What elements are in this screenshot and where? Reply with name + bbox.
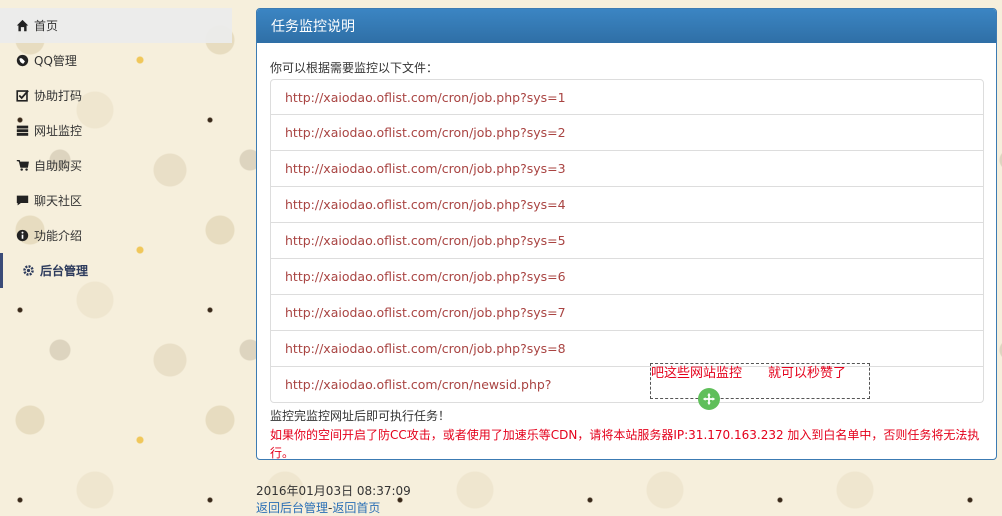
globe-icon bbox=[14, 53, 30, 69]
sidebar-item-features[interactable]: 功能介绍 bbox=[0, 218, 232, 253]
server-icon bbox=[14, 123, 30, 139]
task-monitor-panel: 任务监控说明 你可以根据需要监控以下文件： http://xaiodao.ofl… bbox=[256, 8, 997, 460]
sidebar-item-label: 网址监控 bbox=[34, 124, 83, 138]
list-item: http://xaiodao.oflist.com/cron/job.php?s… bbox=[270, 151, 984, 187]
cdn-warning: 如果你的空间开启了防CC攻击，或者使用了加速乐等CDN，请将本站服务器IP:31… bbox=[270, 428, 980, 460]
sidebar-item-admin[interactable]: 后台管理 bbox=[0, 253, 232, 288]
sidebar-item-chat[interactable]: 聊天社区 bbox=[0, 183, 232, 218]
move-icon[interactable] bbox=[698, 388, 720, 410]
info-circle-icon bbox=[14, 228, 30, 244]
sidebar-nav: 首页 QQ管理 协助打码 网址监控 自助购买 聊天社区 功能介绍 后台管理 bbox=[0, 8, 232, 288]
footer-datetime: 2016年01月03日 08:37:09 bbox=[256, 484, 411, 498]
url-list: http://xaiodao.oflist.com/cron/job.php?s… bbox=[270, 79, 984, 403]
monitor-url-link[interactable]: http://xaiodao.oflist.com/cron/newsid.ph… bbox=[285, 377, 551, 392]
check-square-icon bbox=[14, 88, 30, 104]
list-item: http://xaiodao.oflist.com/cron/job.php?s… bbox=[270, 295, 984, 331]
sidebar-item-label: 后台管理 bbox=[40, 264, 89, 278]
list-item: http://xaiodao.oflist.com/cron/job.php?s… bbox=[270, 187, 984, 223]
monitor-url-link[interactable]: http://xaiodao.oflist.com/cron/job.php?s… bbox=[285, 341, 566, 356]
monitor-url-link[interactable]: http://xaiodao.oflist.com/cron/job.php?s… bbox=[285, 305, 566, 320]
footer: 2016年01月03日 08:37:09 返回后台管理-返回首页 bbox=[256, 482, 411, 516]
home-icon bbox=[14, 18, 30, 34]
sidebar-item-label: QQ管理 bbox=[34, 54, 77, 68]
panel-note: 监控完监控网址后即可执行任务！ bbox=[270, 409, 451, 423]
back-to-home-link[interactable]: 返回首页 bbox=[332, 501, 380, 515]
sidebar-item-label: 聊天社区 bbox=[34, 194, 83, 208]
panel-intro: 你可以根据需要监控以下文件： bbox=[270, 61, 439, 75]
list-item: http://xaiodao.oflist.com/cron/job.php?s… bbox=[270, 223, 984, 259]
sidebar-item-home[interactable]: 首页 bbox=[0, 8, 232, 43]
monitor-url-link[interactable]: http://xaiodao.oflist.com/cron/job.php?s… bbox=[285, 233, 566, 248]
list-item: http://xaiodao.oflist.com/cron/newsid.ph… bbox=[270, 367, 984, 403]
list-item: http://xaiodao.oflist.com/cron/job.php?s… bbox=[270, 331, 984, 367]
sidebar-item-qq[interactable]: QQ管理 bbox=[0, 43, 232, 78]
monitor-url-link[interactable]: http://xaiodao.oflist.com/cron/job.php?s… bbox=[285, 90, 566, 105]
cog-icon bbox=[20, 263, 36, 279]
back-to-admin-link[interactable]: 返回后台管理 bbox=[256, 501, 328, 515]
list-item: http://xaiodao.oflist.com/cron/job.php?s… bbox=[270, 259, 984, 295]
list-item: http://xaiodao.oflist.com/cron/job.php?s… bbox=[270, 115, 984, 151]
cart-icon bbox=[14, 158, 30, 174]
sidebar-item-captcha[interactable]: 协助打码 bbox=[0, 78, 232, 113]
monitor-url-link[interactable]: http://xaiodao.oflist.com/cron/job.php?s… bbox=[285, 125, 566, 140]
list-item: http://xaiodao.oflist.com/cron/job.php?s… bbox=[270, 79, 984, 115]
comment-icon bbox=[14, 193, 30, 209]
sidebar-item-label: 首页 bbox=[34, 19, 59, 33]
monitor-url-link[interactable]: http://xaiodao.oflist.com/cron/job.php?s… bbox=[285, 269, 566, 284]
monitor-url-link[interactable]: http://xaiodao.oflist.com/cron/job.php?s… bbox=[285, 161, 566, 176]
monitor-url-link[interactable]: http://xaiodao.oflist.com/cron/job.php?s… bbox=[285, 197, 566, 212]
sidebar-item-label: 自助购买 bbox=[34, 159, 83, 173]
sidebar-item-label: 功能介绍 bbox=[34, 229, 83, 243]
sidebar-item-label: 协助打码 bbox=[34, 89, 83, 103]
panel-title: 任务监控说明 bbox=[257, 9, 996, 43]
sidebar-item-url-monitor[interactable]: 网址监控 bbox=[0, 113, 232, 148]
sidebar-item-self-purchase[interactable]: 自助购买 bbox=[0, 148, 232, 183]
annotation-text: 吧这些网站监控 就可以秒赞了 bbox=[651, 366, 847, 381]
